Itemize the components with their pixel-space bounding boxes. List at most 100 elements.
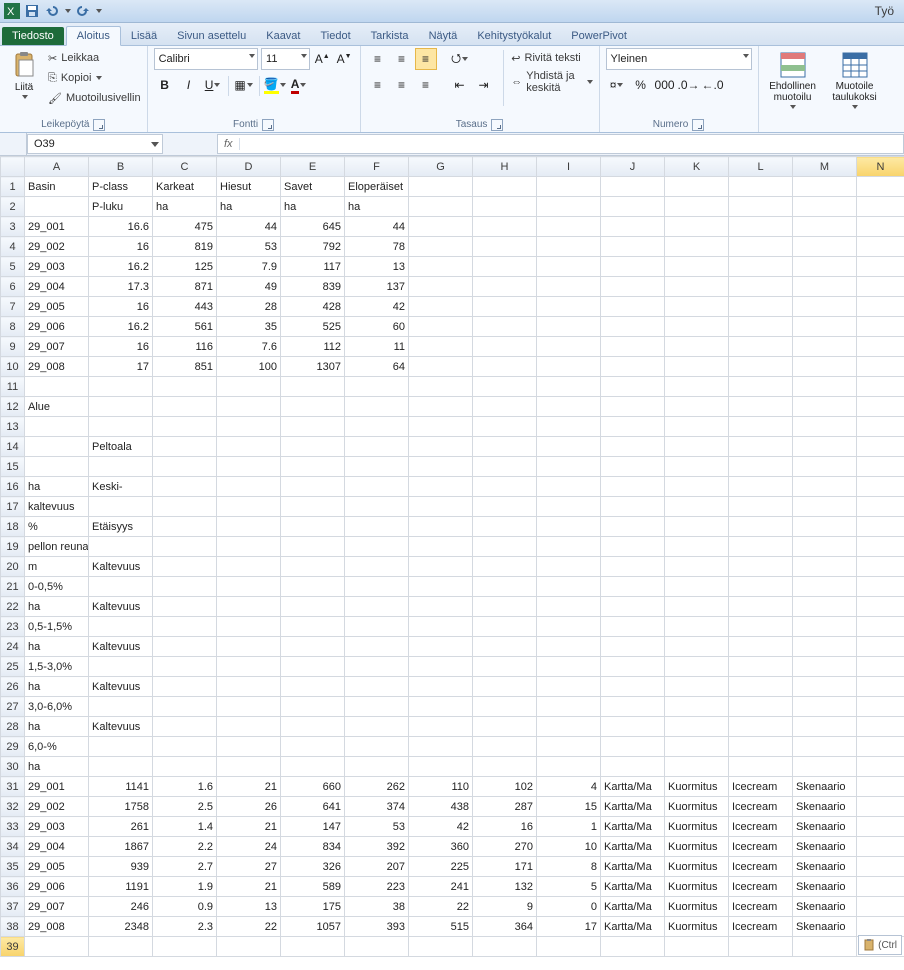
cell[interactable] [345,397,409,417]
cell[interactable] [537,377,601,397]
column-header-I[interactable]: I [537,157,601,177]
cell[interactable] [89,377,153,397]
cell[interactable] [729,217,793,237]
cell[interactable] [473,337,537,357]
cell[interactable]: 10 [537,837,601,857]
cell[interactable]: Kuormitus [665,897,729,917]
cell[interactable]: 44 [345,217,409,237]
number-format-combo[interactable]: Yleinen [606,48,752,70]
cell[interactable]: 2.5 [153,797,217,817]
cell[interactable] [793,417,857,437]
orientation-button[interactable]: ⭯ [449,48,471,70]
tab-sivun-asettelu[interactable]: Sivun asettelu [167,27,256,45]
cell[interactable] [345,677,409,697]
increase-indent-button[interactable]: ⇥ [473,74,495,96]
row-header[interactable]: 30 [1,757,25,777]
cell[interactable] [153,477,217,497]
cell[interactable] [409,597,473,617]
cell[interactable] [217,377,281,397]
select-all-button[interactable] [1,157,25,177]
cell[interactable]: 1.9 [153,877,217,897]
cell[interactable] [473,377,537,397]
cell[interactable] [281,457,345,477]
cell[interactable] [729,337,793,357]
cell[interactable]: 1191 [89,877,153,897]
cell[interactable]: 102 [473,777,537,797]
cell[interactable] [473,717,537,737]
cell[interactable] [409,437,473,457]
cell[interactable] [153,557,217,577]
cell[interactable] [793,337,857,357]
row-header[interactable]: 25 [1,657,25,677]
cell[interactable]: 64 [345,357,409,377]
cell[interactable]: 78 [345,237,409,257]
column-header-H[interactable]: H [473,157,537,177]
cell[interactable]: Kartta/Ma [601,837,665,857]
cell[interactable]: 2348 [89,917,153,937]
cell[interactable] [345,557,409,577]
cell[interactable] [345,697,409,717]
cell[interactable]: 44 [217,217,281,237]
column-header-D[interactable]: D [217,157,281,177]
cell[interactable]: 246 [89,897,153,917]
merge-center-button[interactable]: ⇔Yhdistä ja keskitä [511,72,592,92]
cell[interactable] [729,297,793,317]
cell[interactable] [601,257,665,277]
name-box[interactable]: O39 [27,134,163,154]
cell[interactable]: Skenaario [793,837,857,857]
cell[interactable] [729,257,793,277]
cell[interactable]: 26 [217,797,281,817]
cell[interactable] [857,517,904,537]
cell[interactable] [729,497,793,517]
cell[interactable] [857,657,904,677]
cell[interactable] [89,497,153,517]
format-painter-button[interactable]: 🖌 Muotoilusivellin [48,88,141,108]
cell[interactable] [601,237,665,257]
cell[interactable]: Basin [25,177,89,197]
cell[interactable] [281,557,345,577]
cell[interactable] [473,537,537,557]
cell[interactable] [601,477,665,497]
cell[interactable]: 561 [153,317,217,337]
row-header[interactable]: 36 [1,877,25,897]
cell[interactable] [793,497,857,517]
align-left-button[interactable]: ≡ [367,74,389,96]
cell[interactable]: 42 [409,817,473,837]
cell[interactable]: Kuormitus [665,837,729,857]
cell[interactable]: 0,5-1,5% [25,617,89,637]
cell[interactable]: 871 [153,277,217,297]
cell[interactable]: 392 [345,837,409,857]
cell[interactable] [409,377,473,397]
cell[interactable]: Savet [281,177,345,197]
cell[interactable] [665,617,729,637]
cell[interactable]: 475 [153,217,217,237]
cell[interactable] [857,177,904,197]
cell[interactable]: Keski- [89,477,153,497]
cell[interactable] [665,657,729,677]
cell[interactable] [857,457,904,477]
cell[interactable] [153,637,217,657]
cell[interactable]: 326 [281,857,345,877]
cell[interactable] [665,397,729,417]
cell[interactable] [153,737,217,757]
cell[interactable]: 1141 [89,777,153,797]
cell[interactable] [409,717,473,737]
cell[interactable]: Karkeat [153,177,217,197]
cell[interactable] [729,277,793,297]
cell[interactable] [665,357,729,377]
cell[interactable] [537,277,601,297]
row-header[interactable]: 35 [1,857,25,877]
cell[interactable] [409,517,473,537]
cell[interactable] [409,617,473,637]
cell[interactable] [537,177,601,197]
row-header[interactable]: 20 [1,557,25,577]
cell[interactable] [409,197,473,217]
cell[interactable] [409,297,473,317]
cell[interactable]: 851 [153,357,217,377]
cell[interactable]: 2.3 [153,917,217,937]
cell[interactable]: Peltoala [89,437,153,457]
cell[interactable] [665,197,729,217]
cell[interactable]: 839 [281,277,345,297]
cell[interactable] [729,317,793,337]
cell[interactable]: 49 [217,277,281,297]
